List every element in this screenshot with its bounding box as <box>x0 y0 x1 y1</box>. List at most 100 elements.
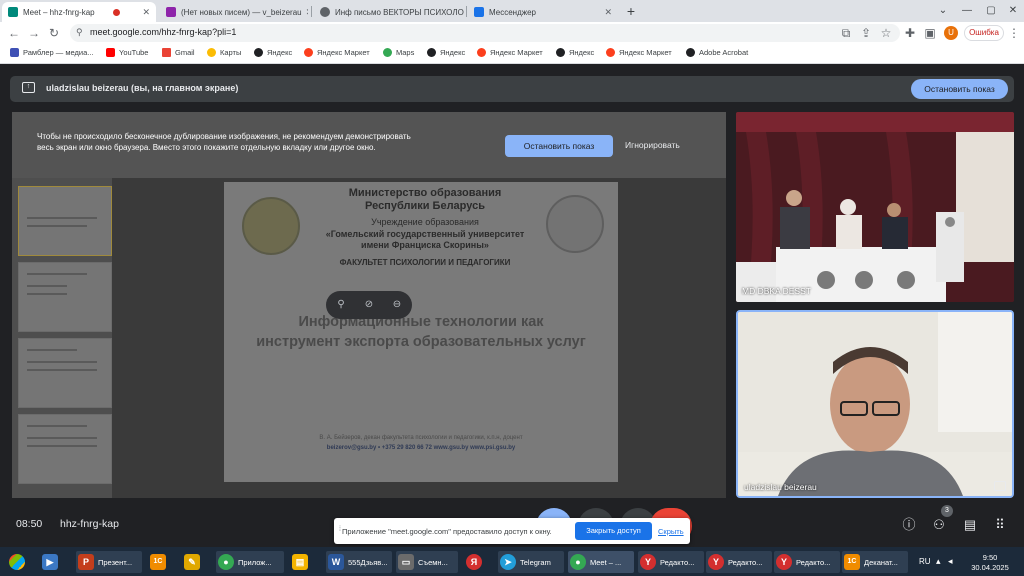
drive-icon: ▭ <box>398 554 414 570</box>
taskbar-editor[interactable]: ✎ <box>182 551 210 573</box>
taskbar-deanery-1c[interactable]: 1С Деканат... <box>842 551 908 573</box>
stop-access-button[interactable]: Закрыть доступ <box>575 522 652 540</box>
taskbar-word[interactable]: W 555Дзьяв... <box>326 551 392 573</box>
mute-icon[interactable]: ⊘ <box>361 297 377 313</box>
reload-icon[interactable]: ↻ <box>46 25 62 41</box>
close-icon[interactable]: ✕ <box>302 7 308 18</box>
network-icon[interactable]: ▴ <box>936 556 941 567</box>
slide-ministry: Министерство образования <box>348 187 502 199</box>
slide-thumbnail <box>18 262 112 332</box>
profile-error-button[interactable]: Ошибка <box>964 25 1004 41</box>
tab-title: (Нет новых писем) — v_beizerau <box>181 7 302 17</box>
taskbar-explorer[interactable]: ▤ <box>290 551 318 573</box>
bookmark-yandex-market[interactable]: Яндекс Маркет <box>606 48 672 57</box>
taskbar-yandex[interactable]: Я <box>464 551 492 573</box>
bookmark-gmail[interactable]: Gmail <box>162 48 195 57</box>
window-close-button[interactable]: ✕ <box>998 0 1024 22</box>
stop-sharing-button[interactable]: Остановить показ <box>505 135 613 157</box>
start-button[interactable] <box>2 551 32 573</box>
bookmark-yandex-market[interactable]: Яндекс Маркет <box>304 48 370 57</box>
tile-options-icon[interactable] <box>994 481 1006 491</box>
minimize-tile-icon[interactable]: ⊖ <box>389 297 405 313</box>
activities-icon[interactable]: ⠿ <box>991 516 1009 534</box>
taskbar-media[interactable]: ▶ <box>40 551 68 573</box>
hide-notification-link[interactable]: Скрыть <box>658 527 684 536</box>
taskbar-yandex-editor[interactable]: Y Редакто... <box>638 551 704 573</box>
taskbar-yandex-editor[interactable]: Y Редакто... <box>706 551 772 573</box>
participant-tile-self[interactable] <box>736 310 1014 498</box>
notification-text: Приложение "meet.google.com" предоставил… <box>342 527 552 536</box>
slide-thumbnail <box>18 338 112 408</box>
slide-contacts: beizerov@gsu.by • +375 29 820 66 72 www.… <box>326 445 516 451</box>
bookmark-youtube[interactable]: YouTube <box>106 48 148 57</box>
recording-dot-icon <box>113 8 121 16</box>
url-text[interactable]: meet.google.com/hhz-fnrg-kap?pli=1 <box>90 27 236 37</box>
stop-presenting-button[interactable]: Остановить показ <box>911 79 1008 99</box>
taskbar-telegram[interactable]: ➤ Telegram <box>498 551 564 573</box>
bookmark-rambler[interactable]: Рамблер — медиа... <box>10 48 94 57</box>
telegram-icon: ➤ <box>500 554 516 570</box>
meeting-time: 08:50 <box>16 518 43 530</box>
taskbar-1c[interactable]: 1С <box>148 551 176 573</box>
share-icon[interactable]: ⇪ <box>858 25 874 41</box>
info-icon[interactable]: ⓘ <box>900 516 918 534</box>
menu-icon[interactable]: ⋮ <box>1006 25 1022 41</box>
bookmark-yandex-market[interactable]: Яндекс Маркет <box>477 48 543 57</box>
participant-name: MD DBKA DESST <box>742 286 811 296</box>
mail-icon <box>166 7 176 17</box>
tab-title: Инф письмо ВЕКТОРЫ ПСИХОЛОГИИ <box>335 7 464 17</box>
forward-arrow-icon[interactable]: → <box>26 25 42 41</box>
bookmark-yandex[interactable]: Яндекс <box>427 48 465 57</box>
tab-info-letter[interactable]: Инф письмо ВЕКТОРЫ ПСИХОЛОГИИ ✕ <box>314 2 464 22</box>
tab-messenger[interactable]: Мессенджер ✕ <box>468 2 618 22</box>
duplication-warning: Чтобы не происходило бесконечное дублиро… <box>37 132 411 152</box>
tab-divider <box>311 6 312 17</box>
bookmark-maps[interactable]: Maps <box>383 48 414 57</box>
yandex-market-icon <box>304 48 313 57</box>
rambler-icon <box>10 48 19 57</box>
taskbar-removable-drive[interactable]: ▭ Съемн... <box>396 551 458 573</box>
meet-icon <box>8 7 18 17</box>
sidebar-icon[interactable]: ▣ <box>922 25 938 41</box>
chrome-icon: ● <box>218 554 234 570</box>
drag-handle-icon[interactable]: ⁞ <box>339 526 341 533</box>
slide-university-line2: имени Франциска Скорины» <box>361 240 489 250</box>
unpin-icon[interactable]: ⚲ <box>333 297 349 313</box>
tab-meet[interactable]: Meet – hhz-fnrg-kap ✕ <box>2 2 156 22</box>
new-tab-button[interactable]: + <box>622 2 640 20</box>
cast-icon[interactable]: ⧉ <box>838 25 854 41</box>
slide-thumbnail <box>18 186 112 256</box>
taskbar-chrome-app[interactable]: ● Прилож... <box>216 551 284 573</box>
faculty-seal-icon <box>546 195 604 253</box>
participant-tile[interactable] <box>736 112 1014 302</box>
chat-icon[interactable]: ▤ <box>961 516 979 534</box>
speaker-icon[interactable]: ◂ <box>948 556 953 567</box>
map-pin-icon <box>207 48 216 57</box>
star-icon[interactable]: ☆ <box>878 25 894 41</box>
avatar[interactable]: U <box>944 26 958 40</box>
tab-divider <box>466 6 467 17</box>
gmail-icon <box>162 48 171 57</box>
slide-republic: Республики Беларусь <box>365 200 485 212</box>
system-clock[interactable]: 9:50 30.04.2025 <box>964 553 1016 573</box>
bookmark-adobe-acrobat[interactable]: Adobe Acrobat <box>686 48 748 57</box>
extensions-icon[interactable]: ✚ <box>902 25 918 41</box>
yandex-icon <box>427 48 436 57</box>
chrome-icon: ● <box>570 554 586 570</box>
language-indicator[interactable]: RU <box>919 557 931 566</box>
bookmark-maps[interactable]: Карты <box>207 48 241 57</box>
presenter-label: uladzislau beizerau (вы, на главном экра… <box>46 83 239 93</box>
bookmark-yandex[interactable]: Яндекс <box>254 48 292 57</box>
people-icon[interactable]: ⚇ <box>930 516 948 534</box>
taskbar-yandex-editor[interactable]: Y Редакто... <box>774 551 840 573</box>
slide-faculty: ФАКУЛЬТЕТ ПСИХОЛОГИИ И ПЕДАГОГИКИ <box>339 258 511 267</box>
site-info-icon[interactable]: ⚲ <box>76 27 83 38</box>
bookmark-yandex[interactable]: Яндекс <box>556 48 594 57</box>
ignore-button[interactable]: Игнорировать <box>625 140 680 150</box>
taskbar-powerpoint[interactable]: P Презент... <box>76 551 142 573</box>
close-icon[interactable]: ✕ <box>138 7 150 18</box>
close-icon[interactable]: ✕ <box>600 7 612 18</box>
tab-mail[interactable]: (Нет новых писем) — v_beizerau ✕ <box>160 2 308 22</box>
taskbar-meet[interactable]: ● Meet – ... <box>568 551 634 573</box>
back-arrow-icon[interactable]: ← <box>6 25 22 41</box>
